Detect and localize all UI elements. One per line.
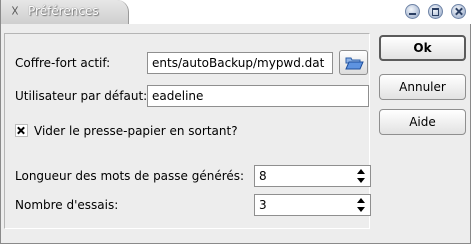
spin-up-icon[interactable] [357, 169, 365, 174]
tries-label: Nombre d'essais: [15, 198, 119, 212]
tries-spinner[interactable]: 3 [254, 194, 371, 216]
minimize-icon [406, 5, 419, 18]
default-user-label: Utilisateur par défaut: [15, 89, 148, 103]
app-icon: ☓ [11, 2, 19, 20]
maximize-button[interactable] [428, 4, 444, 19]
default-user-field[interactable]: eadeline [147, 85, 369, 107]
minimize-button[interactable] [405, 4, 421, 19]
password-length-value: 8 [259, 169, 267, 183]
clear-clipboard-checkbox[interactable] [15, 124, 28, 137]
ok-button[interactable]: Ok [379, 35, 466, 61]
password-length-arrows[interactable] [354, 167, 369, 185]
vault-label: Coffre-fort actif: [15, 56, 111, 70]
password-length-spinner[interactable]: 8 [254, 165, 371, 187]
password-length-label: Longueur des mots de passe générés: [15, 169, 245, 183]
spin-down-icon[interactable] [357, 178, 365, 183]
spin-down-icon[interactable] [357, 207, 365, 212]
title-bar: ☓ Préférences [1, 0, 471, 24]
title-tab: ☓ Préférences [1, 0, 129, 24]
tries-value: 3 [259, 198, 267, 212]
default-user-value: eadeline [152, 89, 204, 103]
clear-clipboard-label[interactable]: Vider le presse-papier en sortant? [34, 124, 238, 138]
folder-open-icon [345, 57, 364, 70]
window-controls [401, 4, 466, 20]
help-button[interactable]: Aide [379, 109, 466, 135]
cancel-button[interactable]: Annuler [379, 74, 466, 100]
tries-arrows[interactable] [354, 196, 369, 214]
window-title: Préférences [28, 4, 99, 18]
browse-vault-button[interactable] [339, 50, 368, 75]
vault-path-field[interactable]: ents/autoBackup/mypwd.dat [147, 52, 333, 74]
maximize-icon [429, 5, 442, 18]
preferences-window: ☓ Préférences Coffre-fort actif: ents/au… [0, 0, 471, 244]
close-button[interactable] [451, 4, 466, 19]
spin-up-icon[interactable] [357, 198, 365, 203]
vault-path-value: ents/autoBackup/mypwd.dat [152, 56, 325, 70]
close-icon [452, 5, 465, 18]
